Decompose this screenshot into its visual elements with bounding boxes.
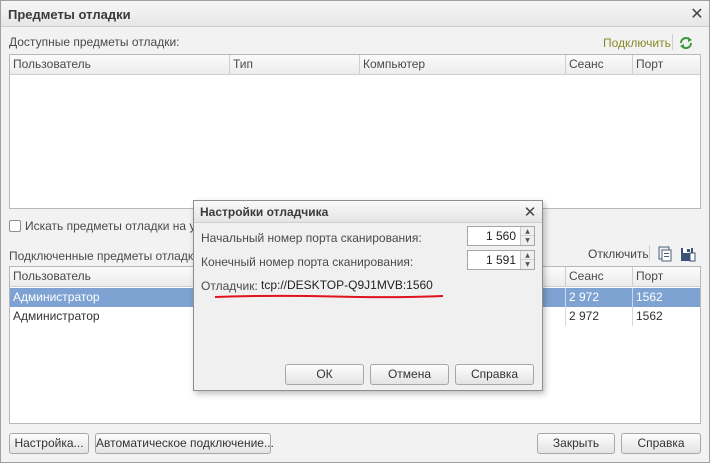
close-icon[interactable]: ✕ [689, 6, 705, 22]
dialog-title: Настройки отладчика [200, 205, 329, 219]
start-port-label: Начальный номер порта сканирования: [201, 231, 422, 245]
copy-icon[interactable] [657, 246, 673, 262]
debugger-address: tcp://DESKTOP-Q9J1MVB:1560 [261, 278, 433, 292]
ok-button[interactable]: ОК [285, 364, 364, 385]
connect-button[interactable]: Подключить [603, 36, 671, 50]
annotation-underline [214, 294, 444, 299]
help-button[interactable]: Справка [621, 433, 701, 454]
available-items-label: Доступные предметы отладки: [9, 35, 180, 49]
close-icon[interactable]: ✕ [522, 204, 538, 220]
col-header-port[interactable]: Порт [633, 55, 700, 75]
col-header-session[interactable]: Сеанс [566, 267, 633, 287]
toolbar-divider [672, 34, 673, 50]
col-header-user[interactable]: Пользователь [10, 55, 230, 75]
start-port-input[interactable]: 1 560 ▲ ▼ [467, 226, 535, 246]
available-items-table[interactable]: Пользователь Тип Компьютер Сеанс Порт [9, 54, 701, 209]
dialog-help-button[interactable]: Справка [455, 364, 534, 385]
refresh-icon[interactable] [678, 35, 694, 51]
close-button[interactable]: Закрыть [537, 433, 615, 454]
start-port-stepper[interactable]: ▲ ▼ [520, 227, 534, 245]
connected-items-label: Подключенные предметы отладки: [9, 249, 204, 263]
spin-down-icon[interactable]: ▼ [521, 236, 534, 245]
cell-session: 2 972 [566, 307, 633, 326]
disconnect-button[interactable]: Отключить [588, 247, 649, 261]
spin-up-icon[interactable]: ▲ [521, 251, 534, 260]
cell-port: 1562 [636, 290, 663, 304]
toolbar-divider [649, 245, 650, 261]
title-bar: Предметы отладки ✕ [1, 1, 709, 27]
col-header-type[interactable]: Тип [230, 55, 360, 75]
dialog-title-bar: Настройки отладчика ✕ [194, 201, 542, 223]
col-header-port[interactable]: Порт [633, 267, 700, 287]
save-icon[interactable] [680, 246, 696, 262]
cell-port: 1562 [636, 309, 663, 323]
end-port-label: Конечный номер порта сканирования: [201, 255, 414, 269]
search-remote-label: Искать предметы отладки на уда [25, 219, 209, 233]
debugger-label: Отладчик: [201, 279, 258, 293]
cell-session: 2 972 [566, 288, 633, 307]
end-port-stepper[interactable]: ▲ ▼ [520, 251, 534, 269]
col-header-computer[interactable]: Компьютер [360, 55, 566, 75]
end-port-value[interactable]: 1 591 [468, 251, 519, 269]
end-port-input[interactable]: 1 591 ▲ ▼ [467, 250, 535, 270]
settings-button[interactable]: Настройка... [9, 433, 89, 454]
col-header-session[interactable]: Сеанс [566, 55, 633, 75]
available-table-header: Пользователь Тип Компьютер Сеанс Порт [10, 55, 700, 75]
cancel-button[interactable]: Отмена [370, 364, 449, 385]
start-port-value[interactable]: 1 560 [468, 227, 519, 245]
window-title: Предметы отладки [8, 7, 131, 22]
auto-connect-button[interactable]: Автоматическое подключение... [95, 433, 274, 454]
spin-down-icon[interactable]: ▼ [521, 260, 534, 269]
spin-up-icon[interactable]: ▲ [521, 227, 534, 236]
search-remote-checkbox[interactable] [9, 220, 21, 232]
